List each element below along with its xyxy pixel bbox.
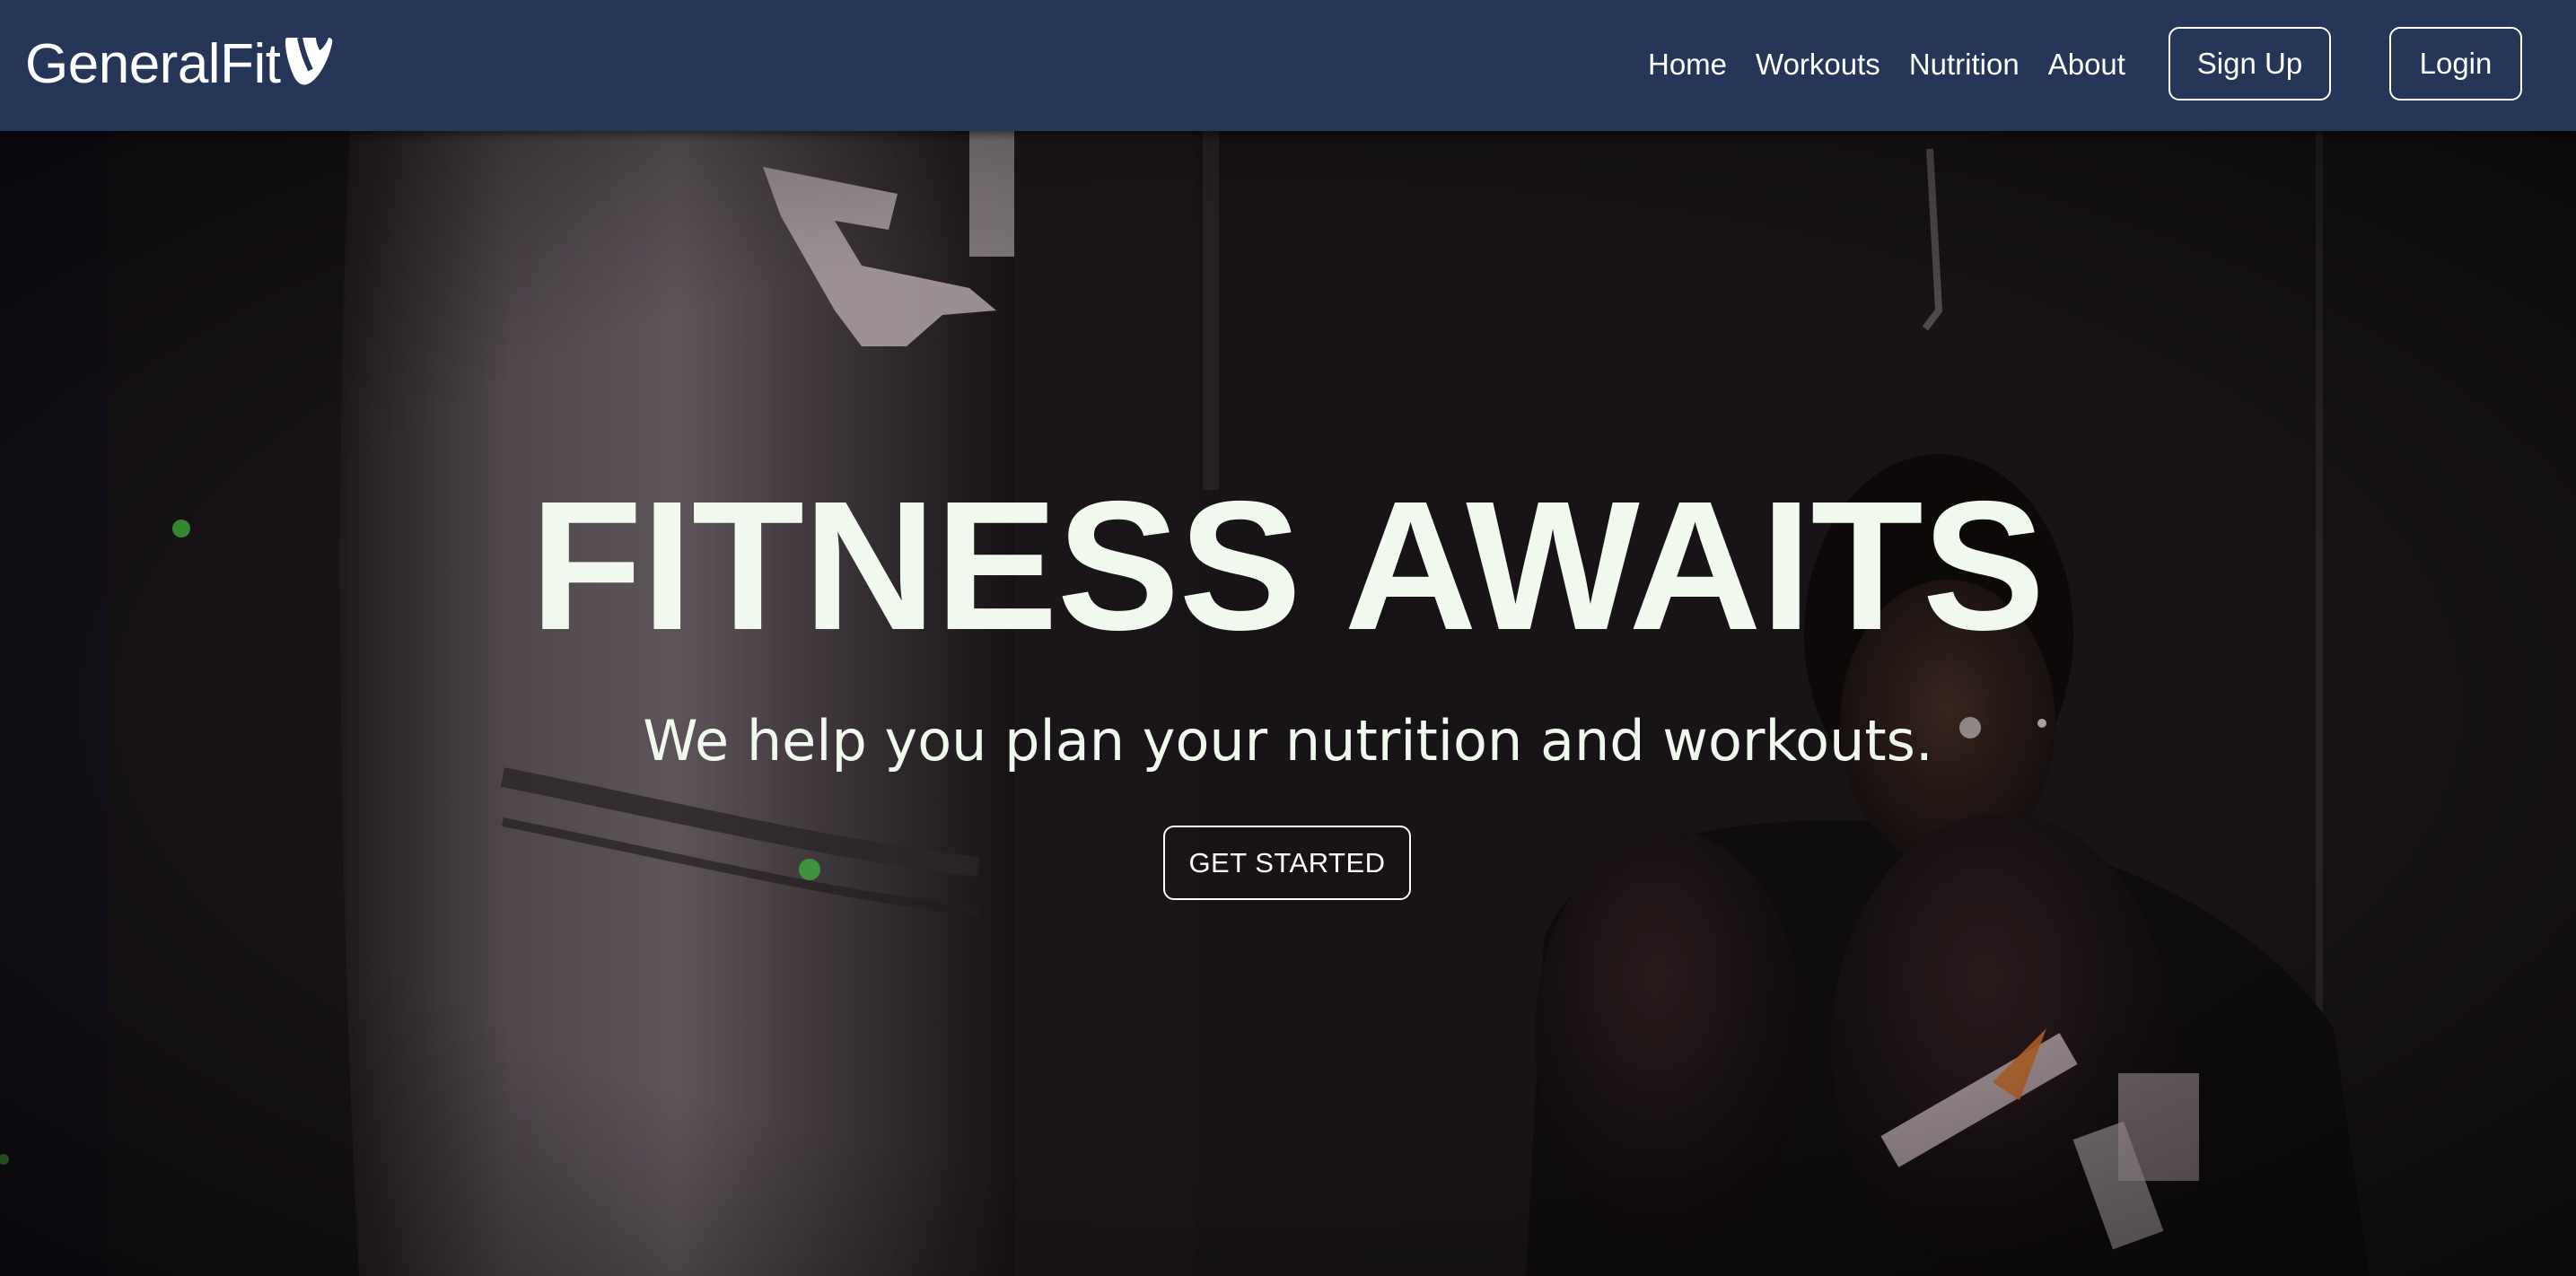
brand-name: GeneralFit — [25, 33, 281, 95]
hero-title: FITNESS AWAITS — [530, 463, 2046, 669]
navbar: GeneralFit Home Workouts Nutrition About… — [0, 0, 2576, 131]
get-started-button[interactable]: GET STARTED — [1163, 826, 1411, 900]
typo3-logo-icon — [285, 37, 333, 85]
brand-link[interactable]: GeneralFit — [25, 32, 334, 97]
hero-subtitle: We help you plan your nutrition and work… — [643, 708, 1933, 773]
sign-up-button[interactable]: Sign Up — [2169, 27, 2331, 101]
login-button[interactable]: Login — [2389, 27, 2522, 101]
page: GeneralFit Home Workouts Nutrition About… — [0, 0, 2576, 1276]
nav-link-home[interactable]: Home — [1648, 43, 1727, 86]
hero-section: FITNESS AWAITS We help you plan your nut… — [0, 131, 2576, 1276]
nav-link-nutrition[interactable]: Nutrition — [1909, 43, 2020, 86]
nav-link-workouts[interactable]: Workouts — [1756, 43, 1880, 86]
nav-links: Home Workouts Nutrition About — [1648, 43, 2154, 86]
nav-link-about[interactable]: About — [2048, 43, 2125, 86]
hero-background-photo — [0, 131, 2576, 1276]
